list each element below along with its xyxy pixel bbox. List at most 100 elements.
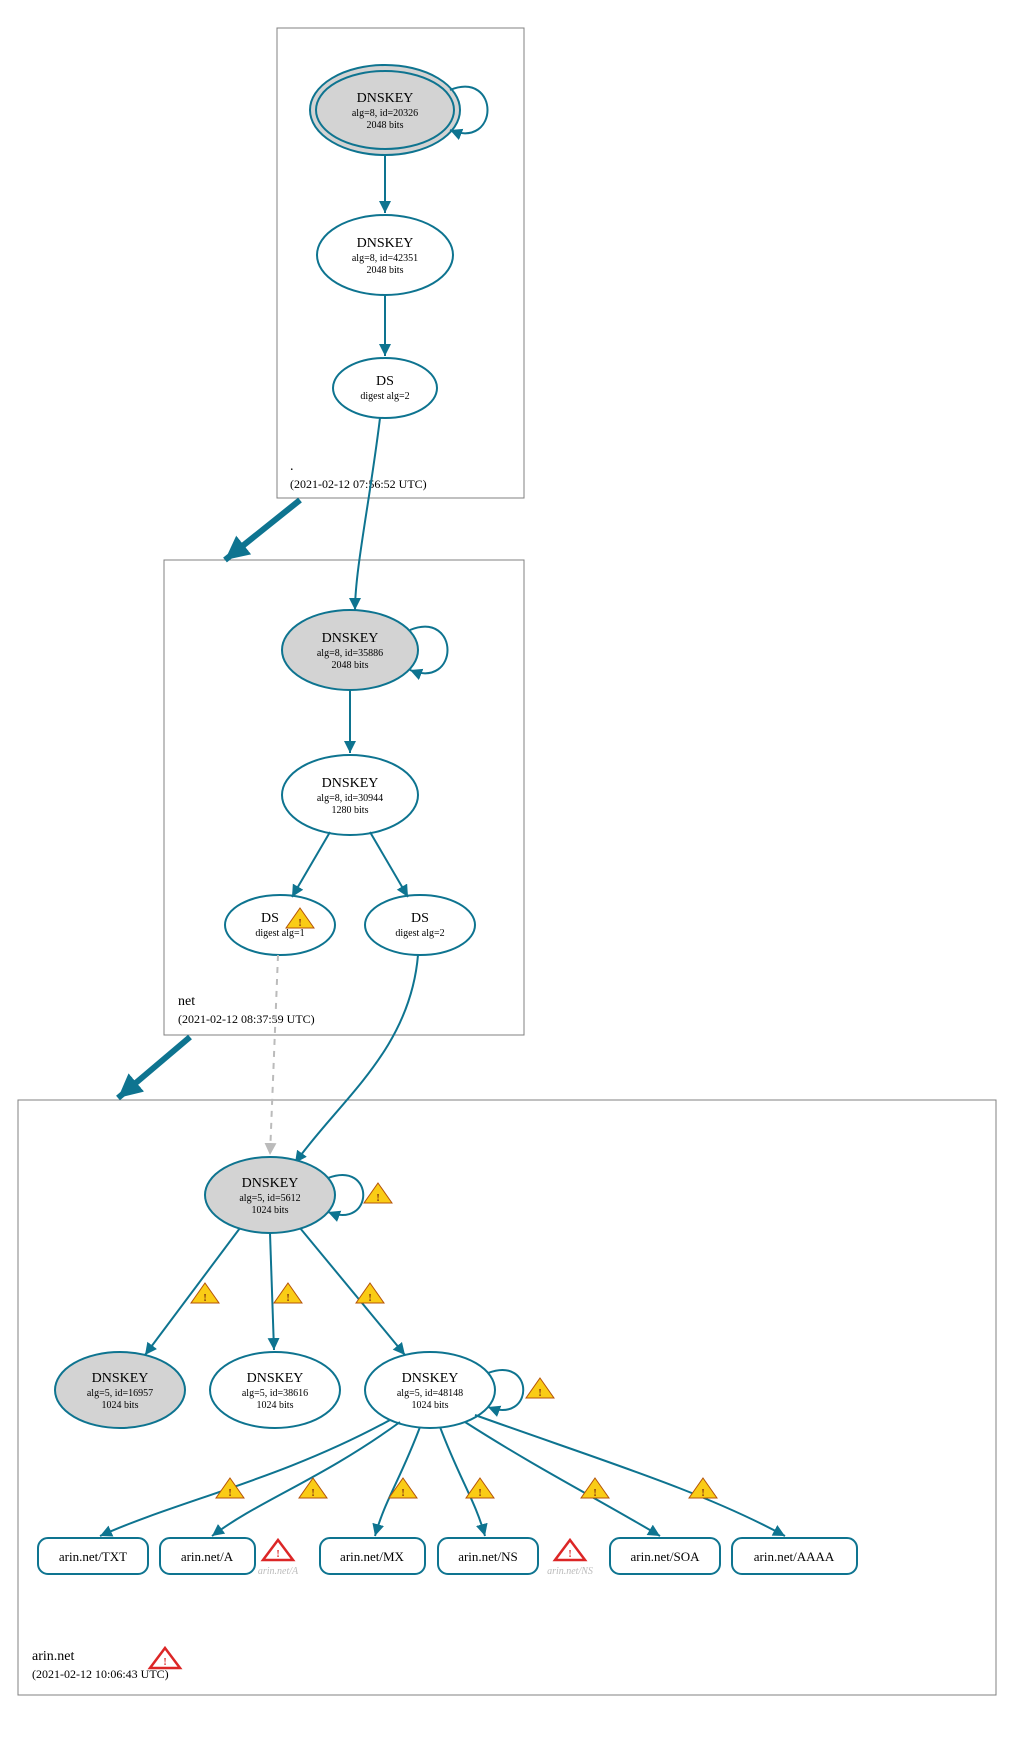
svg-text:DNSKEY: DNSKEY [402,1371,459,1386]
svg-text:arin.net/AAAA: arin.net/AAAA [754,1549,835,1564]
svg-text:!: ! [311,1488,314,1499]
edge-net-zsk-ds1 [292,832,330,897]
ghost-rr-a: ! arin.net/A [258,1540,299,1577]
warning-icon: ! [526,1378,554,1399]
svg-text:!: ! [701,1488,704,1499]
svg-text:!: ! [376,1193,379,1204]
warning-icon: ! [356,1283,384,1304]
svg-text:DNSKEY: DNSKEY [322,776,379,791]
svg-text:alg=5, id=5612: alg=5, id=5612 [239,1193,300,1204]
svg-text:DNSKEY: DNSKEY [247,1371,304,1386]
svg-text:!: ! [276,1549,279,1560]
edge-k3-a [212,1422,400,1536]
error-icon: ! [150,1648,180,1668]
svg-text:!: ! [368,1293,371,1304]
node-rr-soa[interactable]: arin.net/SOA [610,1538,720,1574]
svg-text:arin.net/A: arin.net/A [258,1566,299,1577]
zone-net-time: (2021-02-12 08:37:59 UTC) [178,1012,315,1026]
svg-text:1024 bits: 1024 bits [252,1205,289,1216]
warning-icon: ! [274,1283,302,1304]
edge-root-ds-net-ksk [355,418,380,610]
zone-root-time: (2021-02-12 07:56:52 UTC) [290,477,427,491]
warning-icon: ! [191,1283,219,1304]
node-rr-mx[interactable]: arin.net/MX [320,1538,425,1574]
node-arin-ksk[interactable]: DNSKEY alg=5, id=5612 1024 bits [205,1157,335,1233]
node-rr-txt[interactable]: arin.net/TXT [38,1538,148,1574]
node-arin-k2[interactable]: DNSKEY alg=5, id=38616 1024 bits [210,1352,340,1428]
svg-text:!: ! [203,1293,206,1304]
svg-text:DNSKEY: DNSKEY [322,631,379,646]
ghost-rr-ns: ! arin.net/NS [547,1540,593,1577]
node-net-ds1[interactable]: DS digest alg=1 [225,895,335,955]
node-net-ksk[interactable]: DNSKEY alg=8, id=35886 2048 bits [282,610,418,690]
node-rr-aaaa[interactable]: arin.net/AAAA [732,1538,857,1574]
svg-text:DNSKEY: DNSKEY [357,91,414,106]
svg-text:digest alg=2: digest alg=2 [395,928,444,939]
node-arin-k1[interactable]: DNSKEY alg=5, id=16957 1024 bits [55,1352,185,1428]
svg-text:alg=5, id=48148: alg=5, id=48148 [397,1388,463,1399]
svg-text:arin.net/MX: arin.net/MX [340,1549,405,1564]
dnssec-diagram: . (2021-02-12 07:56:52 UTC) net (2021-02… [0,0,1012,1746]
node-net-zsk[interactable]: DNSKEY alg=8, id=30944 1280 bits [282,755,418,835]
svg-text:alg=5, id=16957: alg=5, id=16957 [87,1388,153,1399]
svg-text:!: ! [478,1488,481,1499]
svg-text:!: ! [593,1488,596,1499]
svg-text:2048 bits: 2048 bits [367,120,404,131]
zone-arin-name: arin.net [32,1649,74,1664]
node-arin-k3[interactable]: DNSKEY alg=5, id=48148 1024 bits [365,1352,495,1428]
edge-arin-ksk-k2 [270,1233,274,1350]
warning-icon: ! [466,1478,494,1499]
svg-text:DS: DS [411,911,429,926]
edge-arin-ksk-k1 [145,1228,240,1355]
warning-icon: ! [364,1183,392,1204]
svg-text:arin.net/TXT: arin.net/TXT [59,1549,127,1564]
node-root-ds[interactable]: DS digest alg=2 [333,358,437,418]
svg-text:DNSKEY: DNSKEY [92,1371,149,1386]
svg-text:!: ! [298,918,301,929]
svg-text:!: ! [228,1488,231,1499]
svg-text:arin.net/A: arin.net/A [181,1549,234,1564]
zone-net-name: net [178,994,195,1009]
svg-text:digest alg=2: digest alg=2 [360,391,409,402]
node-net-ds2[interactable]: DS digest alg=2 [365,895,475,955]
edge-net-ds1-arin-ksk [270,955,278,1155]
node-root-zsk[interactable]: DNSKEY alg=8, id=42351 2048 bits [317,215,453,295]
edge-arin-ksk-k3 [300,1228,405,1355]
error-icon: ! [263,1540,293,1560]
zone-edge-root-net [225,500,300,560]
svg-text:alg=8, id=30944: alg=8, id=30944 [317,793,383,804]
svg-text:2048 bits: 2048 bits [367,265,404,276]
svg-text:digest alg=1: digest alg=1 [255,928,304,939]
edge-k3-soa [465,1422,660,1536]
svg-text:DNSKEY: DNSKEY [242,1176,299,1191]
svg-text:!: ! [286,1293,289,1304]
node-root-ksk[interactable]: DNSKEY alg=8, id=20326 2048 bits [310,65,460,155]
svg-text:1280 bits: 1280 bits [332,805,369,816]
svg-text:arin.net/NS: arin.net/NS [547,1566,593,1577]
svg-text:1024 bits: 1024 bits [412,1400,449,1411]
svg-text:!: ! [401,1488,404,1499]
svg-text:alg=8, id=42351: alg=8, id=42351 [352,253,418,264]
svg-text:1024 bits: 1024 bits [257,1400,294,1411]
warning-icon: ! [216,1478,244,1499]
zone-edge-net-arin [118,1037,190,1098]
svg-text:arin.net/NS: arin.net/NS [458,1549,518,1564]
edge-k3-txt [100,1420,390,1536]
svg-text:DS: DS [261,911,279,926]
edge-k3-mx [375,1427,420,1536]
svg-text:2048 bits: 2048 bits [332,660,369,671]
svg-text:!: ! [568,1549,571,1560]
warning-icon: ! [581,1478,609,1499]
warning-icon: ! [689,1478,717,1499]
svg-text:!: ! [163,1657,166,1668]
svg-text:DNSKEY: DNSKEY [357,236,414,251]
edge-net-ds2-arin-ksk [295,955,418,1163]
node-rr-a[interactable]: arin.net/A [160,1538,255,1574]
node-rr-ns[interactable]: arin.net/NS [438,1538,538,1574]
svg-text:arin.net/SOA: arin.net/SOA [631,1549,701,1564]
zone-root-name: . [290,459,294,474]
svg-text:DS: DS [376,374,394,389]
svg-text:!: ! [538,1388,541,1399]
edge-net-zsk-ds2 [370,832,408,897]
svg-text:alg=8, id=20326: alg=8, id=20326 [352,108,418,119]
